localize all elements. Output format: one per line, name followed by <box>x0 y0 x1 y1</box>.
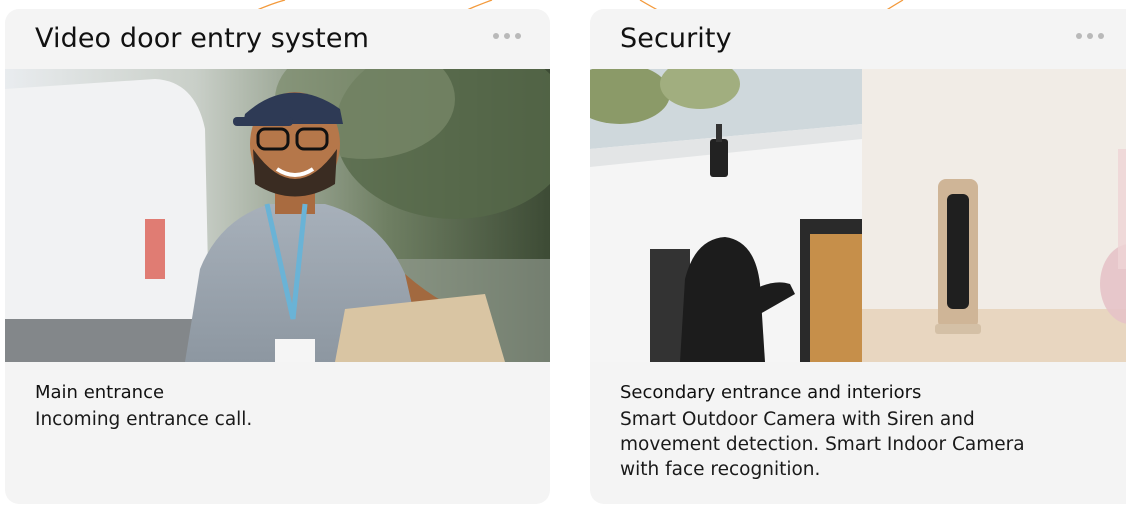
card-description: Smart Outdoor Camera with Siren and move… <box>620 409 1025 480</box>
delivery-man-photo <box>5 69 550 362</box>
more-horizontal-icon[interactable] <box>493 33 521 39</box>
card-title: Video door entry system <box>35 23 369 54</box>
card-body: Secondary entrance and interiors Smart O… <box>620 381 1126 482</box>
card-subtitle: Main entrance <box>35 382 165 403</box>
security-card[interactable]: Security Secondary entrance and interior… <box>590 9 1126 504</box>
dashboard-canvas: Video door entry system Main entrance In… <box>0 0 1126 513</box>
card-subtitle: Secondary entrance and interiors <box>620 382 922 403</box>
security-cameras-photo <box>590 69 1126 362</box>
video-door-entry-card[interactable]: Video door entry system Main entrance In… <box>5 9 550 504</box>
card-title: Security <box>620 23 732 54</box>
card-description: Incoming entrance call. <box>35 409 253 430</box>
more-horizontal-icon[interactable] <box>1076 33 1104 39</box>
card-header: Security <box>590 9 1126 69</box>
card-header: Video door entry system <box>5 9 550 69</box>
card-body: Main entrance Incoming entrance call. <box>35 381 530 432</box>
